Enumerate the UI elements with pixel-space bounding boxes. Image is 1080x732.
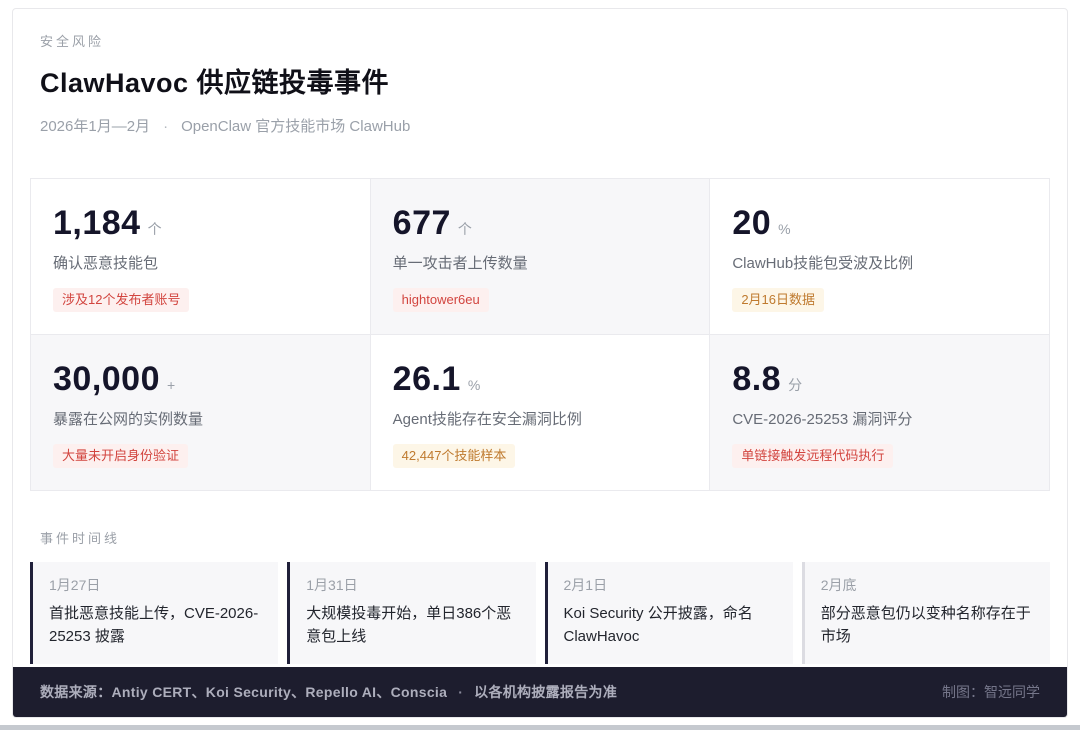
timeline: 1月27日 首批恶意技能上传，CVE-2026-25253 披露 1月31日 大… bbox=[30, 562, 1050, 664]
stat-label: CVE-2026-25253 漏洞评分 bbox=[732, 408, 1031, 429]
subtitle-period: 2026年1月—2月 bbox=[40, 118, 150, 135]
timeline-text: 首批恶意技能上传，CVE-2026-25253 披露 bbox=[49, 602, 262, 649]
stat-badge: 单链接触发远程代码执行 bbox=[732, 444, 893, 468]
stat-unit: 个 bbox=[148, 219, 162, 239]
stat-value-row: 8.8 分 bbox=[732, 362, 1031, 396]
stat-value-row: 1,184 个 bbox=[53, 206, 352, 240]
timeline-text: 大规模投毒开始，单日386个恶意包上线 bbox=[306, 602, 519, 649]
timeline-date: 2月1日 bbox=[564, 575, 777, 595]
stat-unit: 个 bbox=[458, 219, 472, 239]
stat-badge: 2月16日数据 bbox=[732, 288, 824, 312]
stat-unit: % bbox=[468, 377, 480, 393]
timeline-text: Koi Security 公开披露，命名 ClawHavoc bbox=[564, 602, 777, 649]
stat-unit: + bbox=[167, 377, 175, 393]
footer-credit: 制图：智远同学 bbox=[942, 682, 1040, 702]
timeline-date: 1月31日 bbox=[306, 575, 519, 595]
stat-value: 1,184 bbox=[53, 206, 141, 240]
timeline-item-jan27: 1月27日 首批恶意技能上传，CVE-2026-25253 披露 bbox=[30, 562, 278, 664]
timeline-date: 2月底 bbox=[821, 575, 1034, 595]
stat-card-vulnerable-skills: 26.1 % Agent技能存在安全漏洞比例 42,447个技能样本 bbox=[371, 335, 710, 490]
stat-value-row: 30,000 + bbox=[53, 362, 352, 396]
stat-badge: 大量未开启身份验证 bbox=[53, 444, 188, 468]
stat-label: 暴露在公网的实例数量 bbox=[53, 408, 352, 429]
stat-value-row: 677 个 bbox=[393, 206, 692, 240]
stat-unit: 分 bbox=[788, 375, 802, 395]
stat-value: 30,000 bbox=[53, 362, 160, 396]
footer-separator: · bbox=[458, 684, 463, 700]
header: 安全风险 ClawHavoc 供应链投毒事件 2026年1月—2月 · OpenCl… bbox=[13, 9, 1067, 136]
stat-badge: hightower6eu bbox=[393, 288, 489, 312]
timeline-item-feb1: 2月1日 Koi Security 公开披露，命名 ClawHavoc bbox=[545, 562, 793, 664]
subtitle-separator: · bbox=[163, 118, 168, 135]
stat-unit: % bbox=[778, 221, 790, 237]
stat-badge: 42,447个技能样本 bbox=[393, 444, 516, 468]
footer: 数据来源：Antiy CERT、Koi Security、Repello AI、… bbox=[13, 667, 1067, 717]
stat-card-exposed-instances: 30,000 + 暴露在公网的实例数量 大量未开启身份验证 bbox=[31, 335, 370, 490]
timeline-heading: 事件时间线 bbox=[40, 528, 1040, 547]
footer-sources-text: 数据来源：Antiy CERT、Koi Security、Repello AI、… bbox=[40, 684, 447, 700]
stat-card-single-attacker: 677 个 单一攻击者上传数量 hightower6eu bbox=[371, 179, 710, 334]
timeline-item-feb-end: 2月底 部分恶意包仍以变种名称存在于市场 bbox=[802, 562, 1050, 664]
timeline-text: 部分恶意包仍以变种名称存在于市场 bbox=[821, 602, 1034, 649]
stat-value: 8.8 bbox=[732, 362, 781, 396]
stats-grid: 1,184 个 确认恶意技能包 涉及12个发布者账号 677 个 单一攻击者上传… bbox=[30, 178, 1050, 491]
timeline-item-jan31: 1月31日 大规模投毒开始，单日386个恶意包上线 bbox=[287, 562, 535, 664]
stat-badge: 涉及12个发布者账号 bbox=[53, 288, 189, 312]
page-title: ClawHavoc 供应链投毒事件 bbox=[40, 61, 1040, 100]
subtitle-market: OpenClaw 官方技能市场 ClawHub bbox=[181, 118, 410, 135]
footer-note: 以各机构披露报告为准 bbox=[474, 684, 617, 700]
stat-value: 26.1 bbox=[393, 362, 461, 396]
stat-value: 677 bbox=[393, 206, 451, 240]
stat-label: 确认恶意技能包 bbox=[53, 252, 352, 273]
stat-label: Agent技能存在安全漏洞比例 bbox=[393, 408, 692, 429]
stat-value-row: 20 % bbox=[732, 206, 1031, 240]
stat-card-affected-ratio: 20 % ClawHub技能包受波及比例 2月16日数据 bbox=[710, 179, 1049, 334]
footer-sources: 数据来源：Antiy CERT、Koi Security、Repello AI、… bbox=[40, 682, 617, 702]
stat-card-malicious-packages: 1,184 个 确认恶意技能包 涉及12个发布者账号 bbox=[31, 179, 370, 334]
infographic-card: 安全风险 ClawHavoc 供应链投毒事件 2026年1月—2月 · OpenCl… bbox=[12, 8, 1068, 718]
eyebrow-label: 安全风险 bbox=[40, 31, 1040, 50]
stat-label: ClawHub技能包受波及比例 bbox=[732, 252, 1031, 273]
stat-label: 单一攻击者上传数量 bbox=[393, 252, 692, 273]
stat-value: 20 bbox=[732, 206, 771, 240]
stat-card-cve-score: 8.8 分 CVE-2026-25253 漏洞评分 单链接触发远程代码执行 bbox=[710, 335, 1049, 490]
subtitle: 2026年1月—2月 · OpenClaw 官方技能市场 ClawHub bbox=[40, 115, 1040, 136]
window-bottom-edge bbox=[0, 725, 1080, 730]
stat-value-row: 26.1 % bbox=[393, 362, 692, 396]
timeline-date: 1月27日 bbox=[49, 575, 262, 595]
